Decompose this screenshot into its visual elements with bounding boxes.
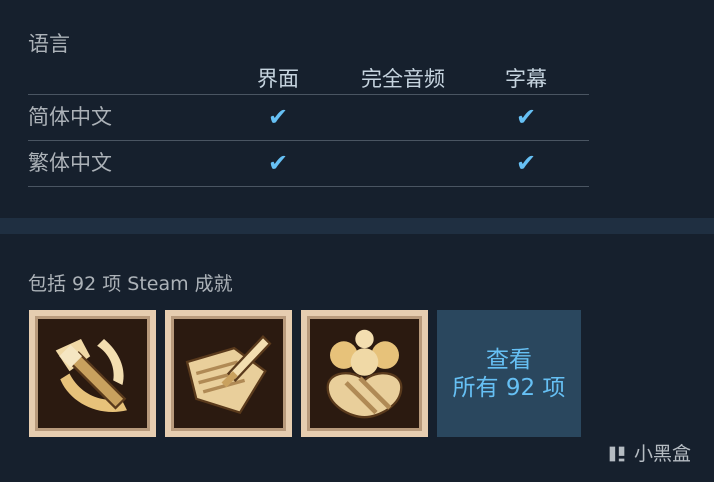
achievement-sword-claw[interactable]	[29, 310, 156, 437]
achievement-potion-orbs[interactable]	[301, 310, 428, 437]
language-name: 繁体中文	[28, 151, 112, 175]
column-full-audio: 完全音频	[361, 67, 445, 91]
languages-title: 语言	[28, 32, 70, 56]
checkmark-icon: ✔	[515, 149, 537, 177]
view-all-line1: 查看	[486, 346, 532, 373]
sword-claw-icon	[55, 339, 127, 412]
languages-header-row: 界面 完全音频 字幕	[28, 64, 589, 95]
xiaoheihe-logo-icon	[609, 446, 625, 462]
achievement-map-sword[interactable]	[165, 310, 292, 437]
map-sword-icon	[185, 335, 272, 414]
column-interface: 界面	[257, 67, 299, 91]
achievements-title: 包括 92 项 Steam 成就	[28, 273, 233, 295]
column-subtitles: 字幕	[505, 67, 547, 91]
section-divider	[0, 218, 714, 234]
language-name: 简体中文	[28, 105, 112, 129]
potion-orbs-icon	[326, 329, 403, 419]
language-row-traditional-chinese: 繁体中文 ✔ ✔	[28, 141, 589, 187]
view-all-line2: 所有 92 项	[452, 374, 566, 401]
checkmark-icon: ✔	[515, 103, 537, 131]
language-row-simplified-chinese: 简体中文 ✔ ✔	[28, 95, 589, 141]
watermark: 小黑盒	[606, 440, 691, 468]
languages-table: 界面 完全音频 字幕 简体中文 ✔ ✔ 繁体中文 ✔ ✔	[28, 64, 589, 187]
checkmark-icon: ✔	[267, 149, 289, 177]
view-all-achievements-button[interactable]: 查看 所有 92 项	[437, 310, 581, 437]
watermark-text: 小黑盒	[634, 443, 692, 465]
checkmark-icon: ✔	[267, 103, 289, 131]
